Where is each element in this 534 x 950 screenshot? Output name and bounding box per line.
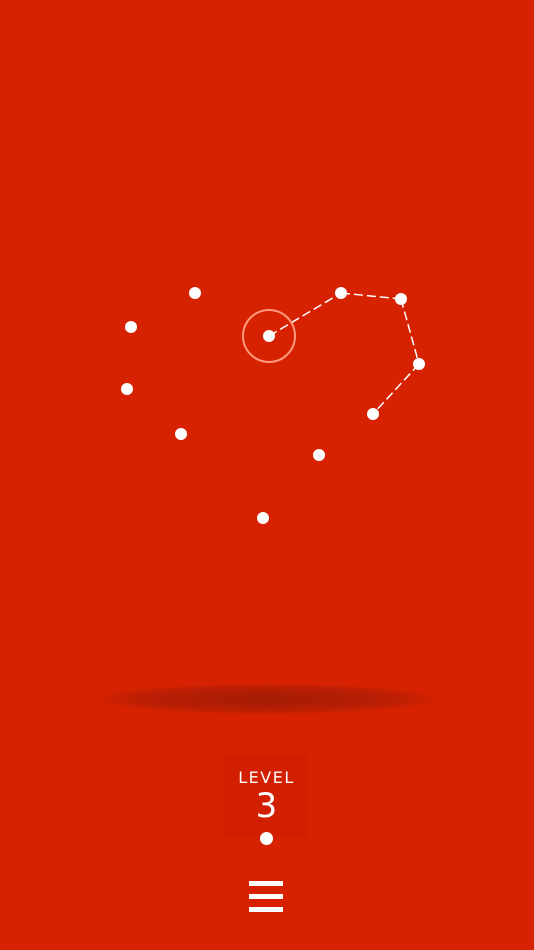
game-dot[interactable] — [125, 321, 137, 333]
menu-bar — [249, 907, 283, 912]
game-dot[interactable] — [335, 287, 347, 299]
game-dot[interactable] — [313, 449, 325, 461]
dots — [121, 287, 425, 524]
game-dot[interactable] — [257, 512, 269, 524]
game-dot[interactable] — [395, 293, 407, 305]
level-number: 3 — [255, 786, 278, 826]
menu-bar — [249, 894, 283, 899]
connection-line — [400, 298, 420, 365]
game-dot[interactable] — [121, 383, 133, 395]
menu-bar — [249, 881, 283, 886]
progress-dot — [260, 832, 273, 845]
board-shadow — [100, 684, 434, 714]
connection-line — [340, 292, 402, 300]
level-indicator: LEVEL 3 — [225, 755, 308, 837]
hamburger-menu-icon[interactable] — [249, 880, 283, 913]
game-dot[interactable] — [367, 408, 379, 420]
level-label: LEVEL — [238, 768, 295, 787]
connection-line — [372, 363, 420, 415]
game-dot[interactable] — [175, 428, 187, 440]
connection-lines — [268, 292, 420, 415]
game-dot[interactable] — [413, 358, 425, 370]
game-dot-selected[interactable] — [263, 330, 275, 342]
connection-line — [268, 292, 342, 337]
game-dot[interactable] — [189, 287, 201, 299]
